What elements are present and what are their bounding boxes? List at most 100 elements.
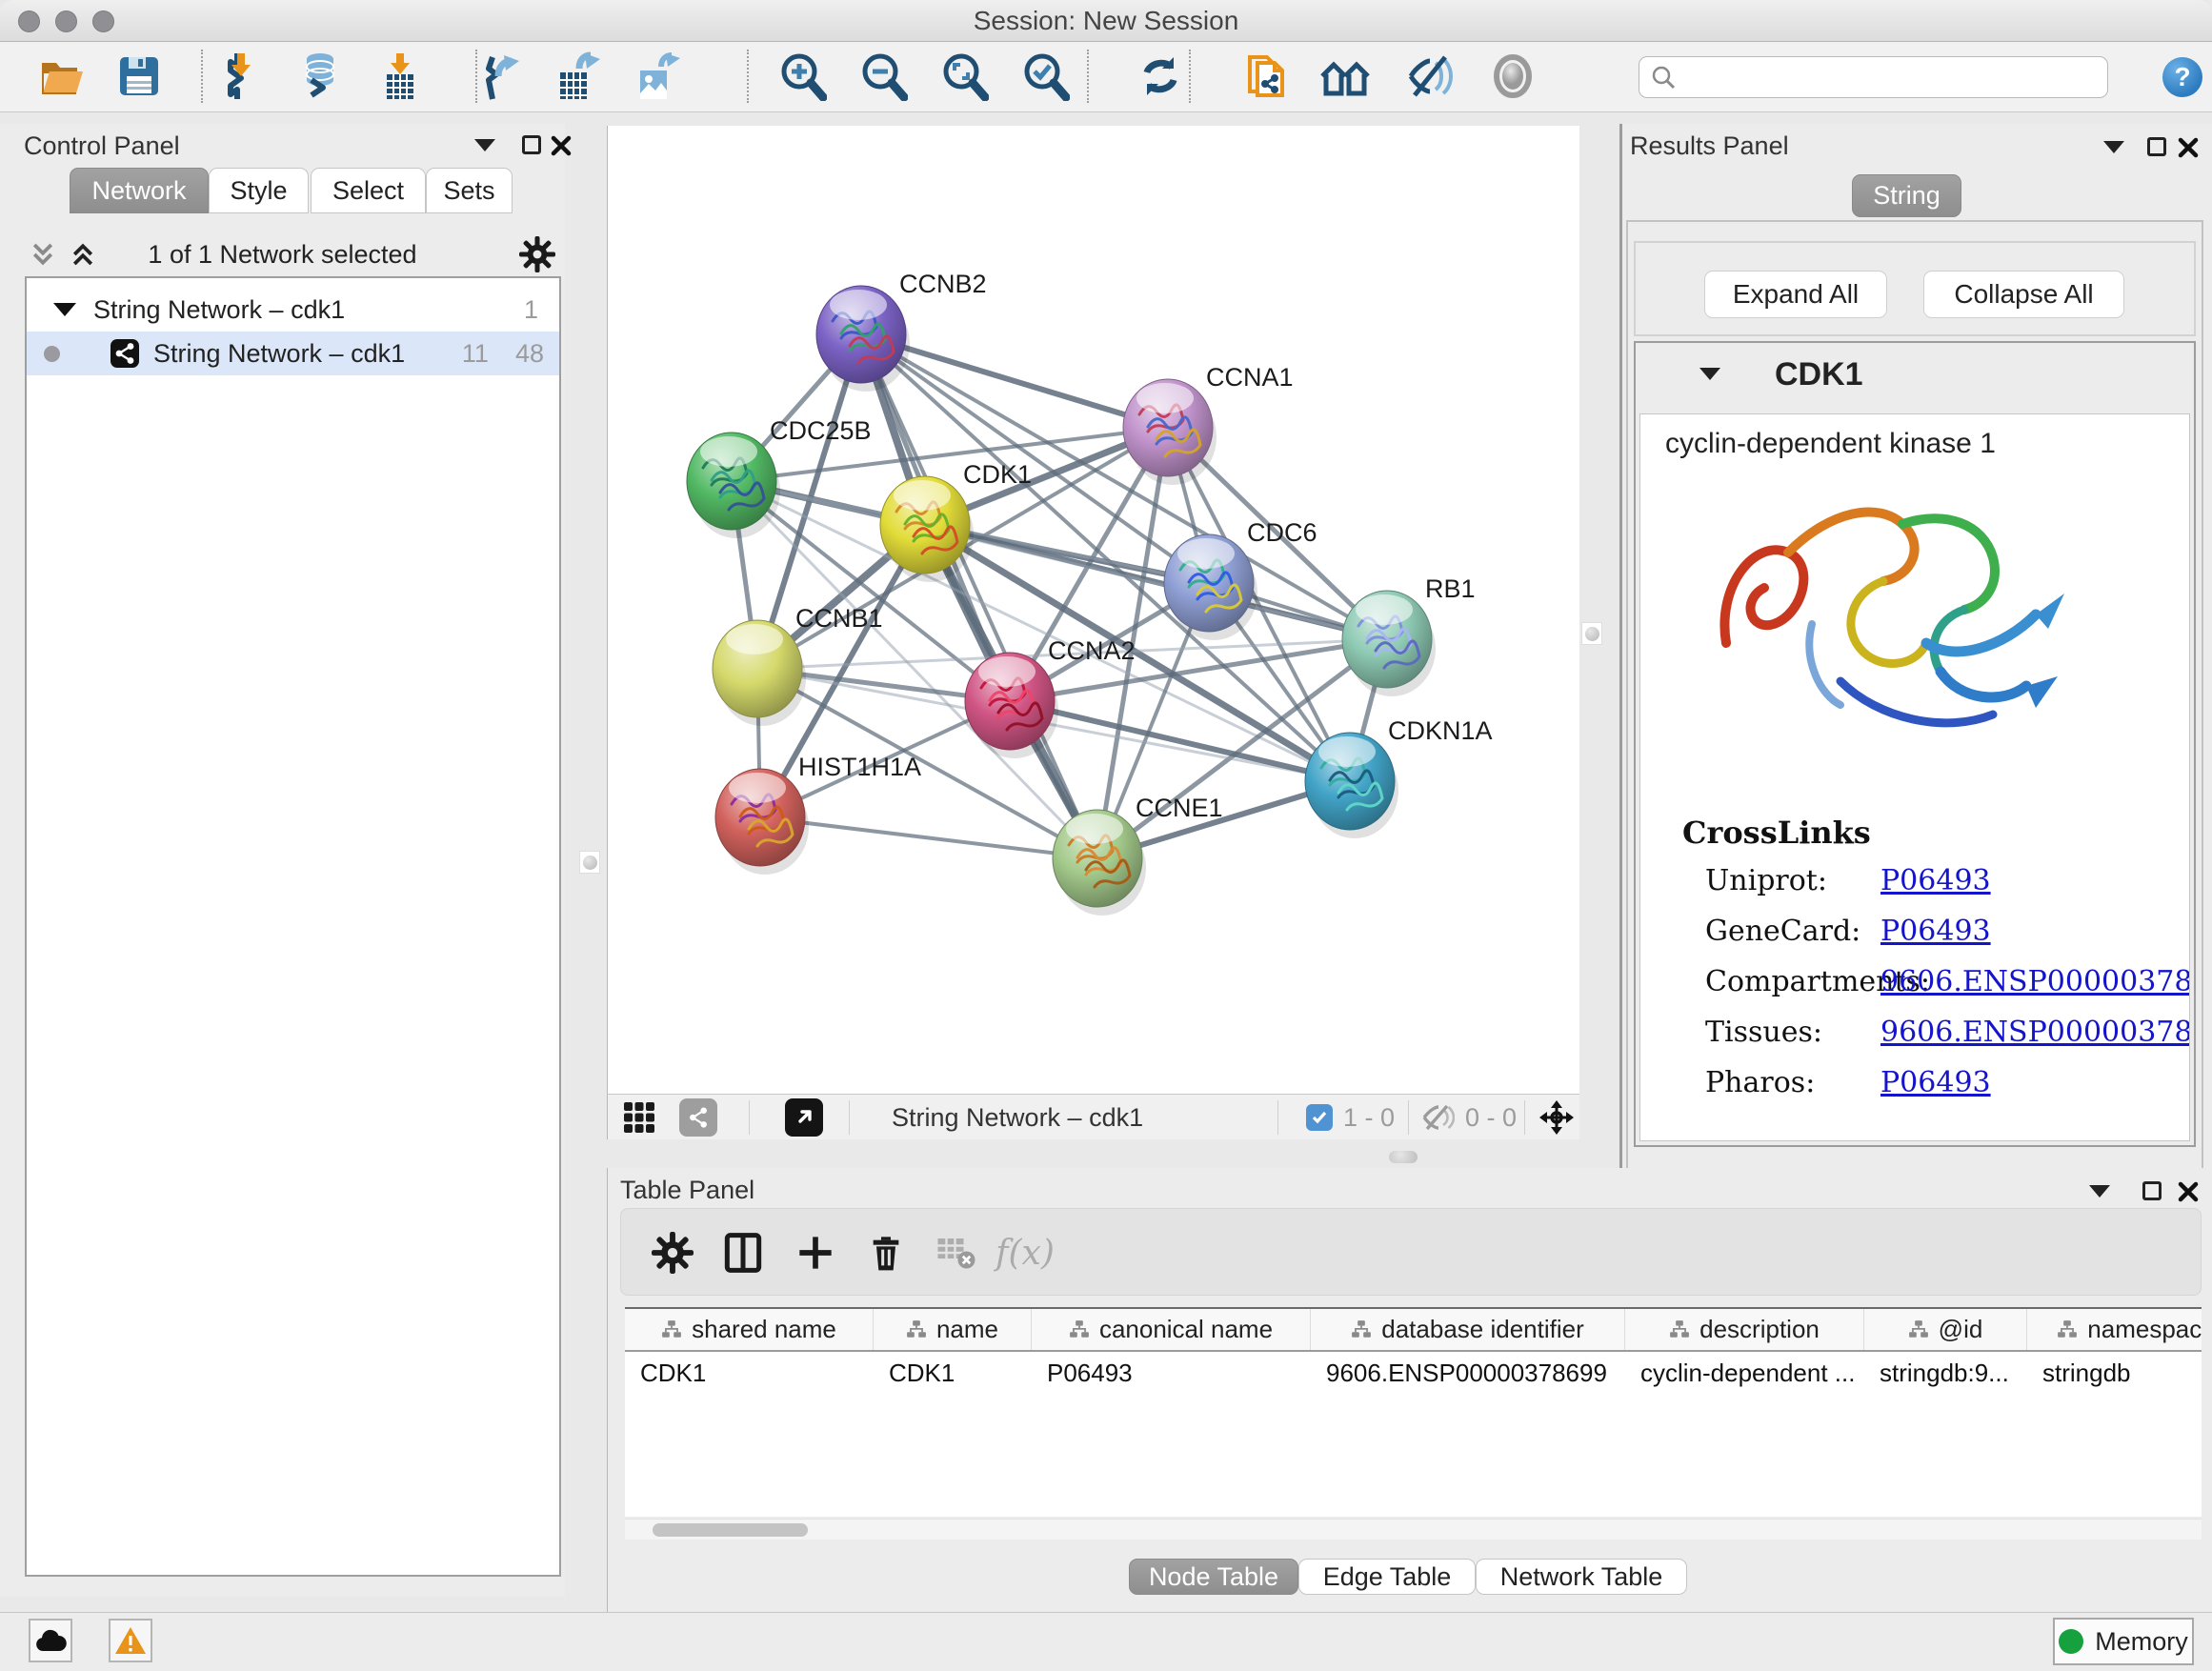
hidden-eye-slash-icon[interactable]	[1422, 1104, 1455, 1131]
network-view-canvas[interactable]: CCNB2CCNA1CDC25BCDK1CDC6RB1CCNB1CCNA2CDK…	[607, 126, 1579, 1094]
export-network-icon[interactable]	[477, 50, 527, 103]
search-input[interactable]	[1685, 63, 2096, 92]
warning-icon[interactable]	[109, 1619, 152, 1662]
column-type-icon	[661, 1319, 682, 1340]
column-type-icon	[1351, 1319, 1372, 1340]
right-splitter-handle[interactable]	[1581, 622, 1602, 645]
selected-checkbox-icon[interactable]	[1306, 1104, 1333, 1131]
network-collection-row[interactable]: String Network – cdk1 1	[27, 288, 559, 332]
birds-eye-view-icon[interactable]	[785, 1098, 823, 1137]
import-network-file-icon[interactable]	[216, 50, 266, 103]
panel-menu-icon[interactable]	[474, 139, 495, 151]
column-header--id[interactable]: @id	[1864, 1309, 2027, 1350]
left-splitter-handle[interactable]	[579, 851, 600, 874]
import-table-file-icon[interactable]	[375, 50, 425, 103]
table-cell[interactable]: P06493	[1032, 1352, 1311, 1395]
tab-network[interactable]: Network	[70, 168, 209, 213]
column-header-canonical-name[interactable]: canonical name	[1032, 1309, 1311, 1350]
clone-network-icon[interactable]	[1242, 50, 1292, 103]
table-gear-icon[interactable]	[648, 1228, 697, 1278]
panel-close-icon[interactable]	[551, 135, 572, 156]
tab-string[interactable]: String	[1852, 174, 1961, 217]
table-panel: Table Panel f(x) shared na	[607, 1168, 2212, 1612]
tab-style[interactable]: Style	[209, 168, 309, 213]
column-header-namespace[interactable]: namespace	[2027, 1309, 2202, 1350]
save-session-icon[interactable]	[114, 50, 164, 103]
function-builder-icon[interactable]: f(x)	[1000, 1228, 1050, 1278]
horizontal-splitter-handle[interactable]	[1389, 1151, 1418, 1163]
column-header-label: name	[936, 1315, 998, 1344]
panel-menu-icon[interactable]	[2089, 1185, 2110, 1198]
network-node-RB1[interactable]: RB1	[1342, 574, 1476, 696]
create-column-icon[interactable]	[791, 1228, 840, 1278]
zoom-fit-icon[interactable]	[940, 50, 990, 103]
tab-sets[interactable]: Sets	[426, 168, 513, 213]
column-header-shared-name[interactable]: shared name	[625, 1309, 874, 1350]
crosslink-link[interactable]: 9606.ENSP00000378699	[1880, 1016, 2190, 1049]
sphere-view-icon[interactable]	[1488, 50, 1538, 103]
search-field[interactable]	[1639, 56, 2108, 98]
collapse-all-button[interactable]: Collapse All	[1923, 271, 2124, 318]
scrollbar-thumb[interactable]	[653, 1523, 808, 1537]
tab-select[interactable]: Select	[311, 168, 426, 213]
network-options-gear-icon[interactable]	[519, 236, 555, 272]
crosshair-move-icon[interactable]	[1538, 1098, 1576, 1137]
table-cell[interactable]: cyclin-dependent ...	[1625, 1352, 1864, 1395]
column-header-name[interactable]: name	[874, 1309, 1032, 1350]
network-row[interactable]: String Network – cdk1 11 48	[27, 332, 559, 375]
delete-column-trash-icon[interactable]	[861, 1228, 911, 1278]
network-node-HIST1H1A[interactable]: HIST1H1A	[715, 753, 921, 875]
crosslink-link[interactable]: P06493	[1880, 864, 1991, 897]
memory-status-dot-icon	[2059, 1629, 2083, 1654]
panel-float-icon[interactable]	[522, 135, 541, 154]
node-label-CCNB2: CCNB2	[899, 270, 987, 298]
cloud-icon[interactable]	[29, 1619, 72, 1662]
zoom-selected-icon[interactable]	[1021, 50, 1071, 103]
table-horizontal-scrollbar[interactable]	[625, 1519, 2202, 1540]
window-title: Session: New Session	[0, 0, 2212, 42]
table-row[interactable]: CDK1CDK1P064939606.ENSP00000378699cyclin…	[625, 1352, 2202, 1395]
string-network-badge-icon[interactable]	[679, 1098, 717, 1137]
delete-table-icon[interactable]	[932, 1228, 981, 1278]
zoom-out-icon[interactable]	[859, 50, 909, 103]
import-network-database-icon[interactable]	[295, 50, 345, 103]
network-edge-CCNA2-CDKN1A[interactable]	[1010, 701, 1350, 781]
table-cell[interactable]: 9606.ENSP00000378699	[1311, 1352, 1625, 1395]
show-columns-icon[interactable]	[718, 1228, 768, 1278]
memory-label: Memory	[2095, 1627, 2188, 1657]
table-cell[interactable]: stringdb:9...	[1864, 1352, 2027, 1395]
tree-expander-icon[interactable]	[53, 303, 76, 316]
open-session-icon[interactable]	[38, 50, 88, 103]
zoom-in-icon[interactable]	[778, 50, 828, 103]
protein-collapse-icon[interactable]	[1699, 368, 1720, 380]
help-icon[interactable]: ?	[2162, 57, 2202, 97]
crosslink-link[interactable]: P06493	[1880, 1066, 1991, 1099]
show-hide-panel-icon[interactable]	[1405, 50, 1455, 103]
column-header-database-identifier[interactable]: database identifier	[1311, 1309, 1625, 1350]
panel-float-icon[interactable]	[2147, 137, 2166, 156]
refresh-icon[interactable]	[1136, 50, 1185, 103]
table-cell[interactable]: stringdb	[2027, 1352, 2202, 1395]
network-node-CDC6[interactable]: CDC6	[1164, 518, 1317, 640]
memory-button[interactable]: Memory	[2053, 1618, 2194, 1665]
crosslink-link[interactable]: 9606.ENSP00000378699	[1880, 965, 2190, 998]
table-cell[interactable]: CDK1	[625, 1352, 874, 1395]
network-node-CDKN1A[interactable]: CDKN1A	[1305, 716, 1493, 838]
panel-float-icon[interactable]	[2142, 1181, 2162, 1200]
panel-close-icon[interactable]	[2178, 1181, 2199, 1202]
expand-all-button[interactable]: Expand All	[1704, 271, 1887, 318]
export-table-icon[interactable]	[554, 50, 604, 103]
column-header-description[interactable]: description	[1625, 1309, 1864, 1350]
tab-edge-table[interactable]: Edge Table	[1298, 1559, 1476, 1595]
network-edge-HIST1H1A-CCNE1[interactable]	[760, 817, 1097, 858]
export-image-icon[interactable]	[634, 50, 684, 103]
panel-close-icon[interactable]	[2178, 137, 2199, 158]
crosslink-link[interactable]: P06493	[1880, 915, 1991, 948]
tab-node-table[interactable]: Node Table	[1129, 1559, 1298, 1595]
tab-network-table[interactable]: Network Table	[1476, 1559, 1687, 1595]
panel-menu-icon[interactable]	[2103, 141, 2124, 153]
table-cell[interactable]: CDK1	[874, 1352, 1032, 1395]
home-icon[interactable]	[1320, 50, 1370, 103]
grid-view-icon[interactable]	[620, 1098, 658, 1137]
table-toolbar: f(x)	[620, 1208, 2202, 1296]
